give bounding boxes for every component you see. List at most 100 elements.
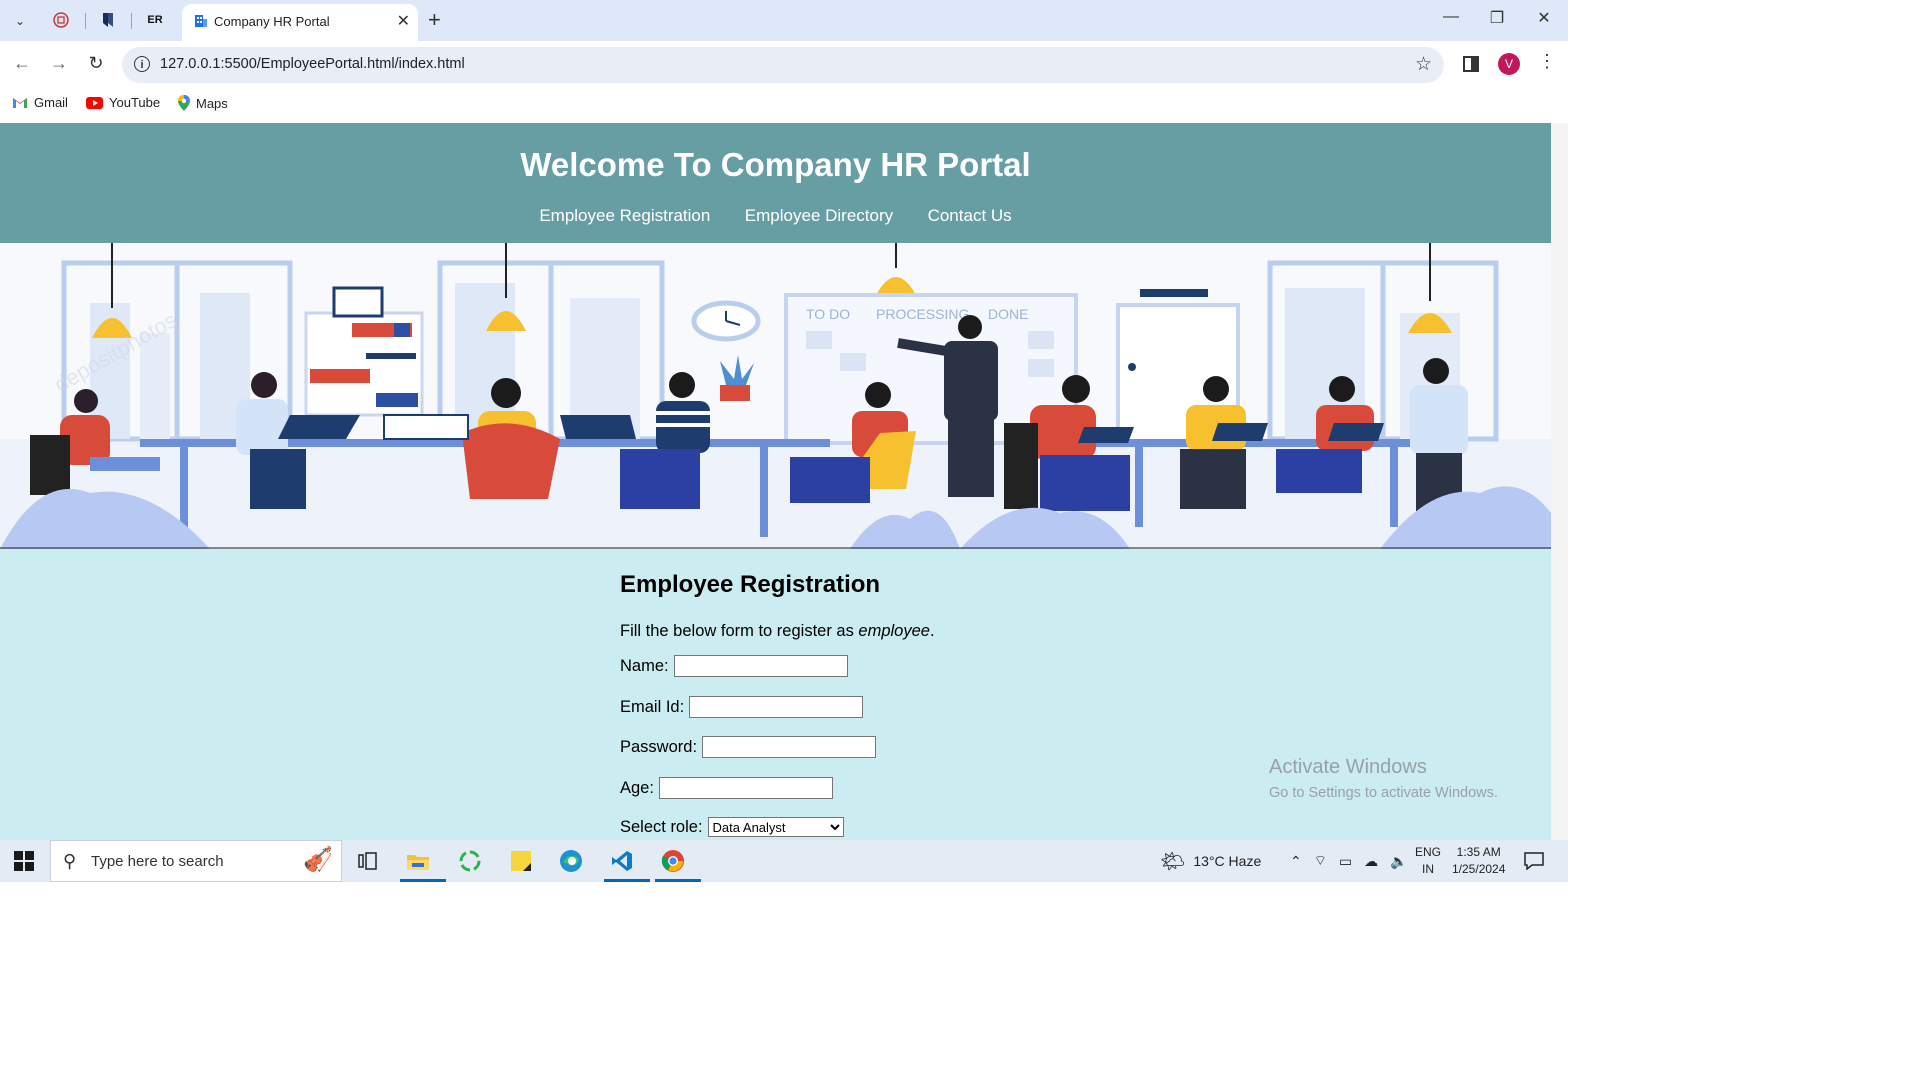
watermark-subtitle: Go to Settings to activate Windows.	[1269, 785, 1498, 801]
file-explorer-icon[interactable]	[400, 846, 446, 882]
page-scrollbar[interactable]	[1551, 123, 1568, 840]
registration-heading: Employee Registration	[620, 571, 881, 598]
office-banner-image: TO DO PROCESSING DONE depositphotos	[0, 243, 1551, 549]
battery-icon[interactable]: ▭	[1339, 853, 1352, 870]
nav-link-employee-directory[interactable]: Employee Directory	[745, 206, 893, 225]
side-panel-icon[interactable]	[1463, 56, 1479, 72]
role-select[interactable]: Data Analyst	[707, 817, 844, 837]
building-favicon-icon	[195, 15, 207, 27]
portal-header: Welcome To Company HR Portal Employee Re…	[0, 123, 1551, 243]
role-label: Select role:	[620, 817, 703, 836]
role-row: Select role: Data Analyst	[620, 817, 844, 837]
wall-clock	[691, 300, 761, 342]
gmail-icon	[13, 97, 27, 108]
board-label-todo: TO DO	[806, 306, 850, 322]
bookmark-label: YouTube	[109, 95, 161, 110]
weather-haze-icon: 🌤	[1160, 850, 1186, 873]
taskbar-clock[interactable]: 1:35 AM 1/25/2024	[1452, 840, 1505, 882]
bookmark-gmail[interactable]: Gmail	[12, 95, 68, 110]
close-tab-icon[interactable]: ✕	[397, 11, 410, 31]
email-input[interactable]	[689, 696, 864, 718]
password-row: Password:	[620, 736, 877, 758]
edge-browser-icon[interactable]	[553, 846, 589, 876]
volume-icon[interactable]: 🔈	[1390, 853, 1407, 870]
chrome-icon[interactable]	[655, 846, 701, 882]
sticky-notes-icon[interactable]	[503, 846, 539, 876]
region-code: IN	[1422, 862, 1434, 876]
tab-separator	[85, 13, 86, 29]
tab-search-dropdown-icon[interactable]: ⌄	[6, 7, 34, 35]
age-label: Age:	[620, 778, 654, 797]
active-tab-title: Company HR Portal	[214, 14, 330, 29]
age-row: Age:	[620, 777, 833, 799]
office-illustration: TO DO PROCESSING DONE depositphotos	[0, 243, 1551, 549]
new-tab-icon[interactable]: +	[428, 8, 441, 32]
notifications-icon[interactable]	[1524, 840, 1544, 882]
weather-text: 13°C Haze	[1193, 853, 1262, 869]
youtube-icon	[86, 96, 103, 109]
maps-pin-icon	[178, 95, 190, 111]
name-row: Name:	[620, 655, 848, 677]
wifi-icon[interactable]: ⌔	[1314, 852, 1327, 870]
more-menu-icon[interactable]: ⋮	[1538, 51, 1556, 72]
intro-emphasis: employee	[858, 622, 930, 640]
task-view-icon[interactable]	[350, 846, 386, 876]
language-code: ENG	[1415, 845, 1442, 859]
browser-toolbar: ← → ↻ i 127.0.0.1:5500/EmployeePortal.ht…	[0, 41, 1568, 90]
site-info-icon[interactable]: i	[134, 56, 150, 72]
tab-strip: ⌄ ER Company HR Portal ✕ + — ❐ ✕	[0, 0, 1568, 41]
main-nav: Employee Registration Employee Directory…	[0, 206, 1551, 226]
watermark-title: Activate Windows	[1269, 756, 1427, 778]
intro-suffix: .	[929, 622, 935, 640]
address-url[interactable]: 127.0.0.1:5500/EmployeePortal.html/index…	[160, 56, 465, 72]
restore-icon[interactable]: ❐	[1482, 8, 1512, 28]
windows-taskbar: ⚲ Type here to search 🎻 🌤 13°C Haze ⌃ ⌔ …	[0, 840, 1568, 882]
web-page: Welcome To Company HR Portal Employee Re…	[0, 123, 1551, 840]
bookmark-logo-icon	[103, 13, 113, 27]
search-placeholder: Type here to search	[91, 853, 224, 870]
bookmarks-bar: Gmail YouTube Maps	[0, 89, 1568, 123]
system-tray: ⌃ ⌔ ▭ ☁ 🔈	[1290, 840, 1408, 882]
board-label-processing: PROCESSING	[876, 306, 969, 322]
bookmark-label: Maps	[196, 95, 228, 111]
sync-app-icon[interactable]	[452, 846, 488, 876]
activate-windows-watermark: Activate Windows Go to Settings to activ…	[1269, 756, 1498, 801]
email-label: Email Id:	[620, 697, 685, 716]
onedrive-cloud-icon[interactable]: ☁	[1364, 853, 1378, 870]
back-arrow-icon[interactable]: ←	[10, 53, 34, 74]
registration-intro: Fill the below form to register as emplo…	[620, 622, 935, 641]
name-label: Name:	[620, 656, 669, 675]
bookmark-label: Gmail	[34, 95, 68, 110]
minimize-icon[interactable]: —	[1436, 8, 1466, 26]
clock-date: 1/25/2024	[1452, 862, 1506, 876]
name-input[interactable]	[673, 655, 848, 677]
language-indicator[interactable]: ENG IN	[1415, 840, 1441, 882]
age-input[interactable]	[658, 777, 833, 799]
bookmark-star-icon[interactable]: ☆	[1415, 53, 1432, 76]
address-bar[interactable]: i 127.0.0.1:5500/EmployeePortal.html/ind…	[122, 47, 1444, 83]
bookmark-youtube[interactable]: YouTube	[86, 95, 160, 110]
clock-time: 1:35 AM	[1456, 845, 1501, 859]
forward-arrow-icon[interactable]: →	[47, 53, 71, 74]
weather-widget[interactable]: 🌤 13°C Haze	[1160, 840, 1261, 882]
pinned-tab-1[interactable]	[49, 8, 73, 32]
page-title: Welcome To Company HR Portal	[520, 146, 1031, 183]
search-icon: ⚲	[63, 851, 77, 871]
close-window-icon[interactable]: ✕	[1529, 8, 1559, 28]
nav-link-contact-us[interactable]: Contact Us	[928, 206, 1012, 225]
active-tab[interactable]: Company HR Portal ✕	[182, 4, 418, 41]
pinned-tab-3-label: ER	[147, 14, 163, 26]
reload-icon[interactable]: ↻	[84, 53, 108, 74]
tray-chevron-up-icon[interactable]: ⌃	[1290, 853, 1302, 870]
bookmark-maps[interactable]: Maps	[178, 95, 228, 111]
pinned-tab-3[interactable]: ER	[143, 8, 167, 32]
search-highlight-violin-icon: 🎻	[303, 846, 333, 873]
taskbar-search[interactable]: ⚲ Type here to search 🎻	[50, 840, 342, 882]
profile-avatar[interactable]: V	[1498, 53, 1520, 75]
nav-link-employee-registration[interactable]: Employee Registration	[539, 206, 710, 225]
windows-start-icon[interactable]	[14, 851, 34, 871]
password-input[interactable]	[702, 736, 877, 758]
pinned-tab-2[interactable]	[96, 8, 120, 32]
vscode-icon[interactable]	[604, 846, 650, 882]
email-row: Email Id:	[620, 696, 864, 718]
